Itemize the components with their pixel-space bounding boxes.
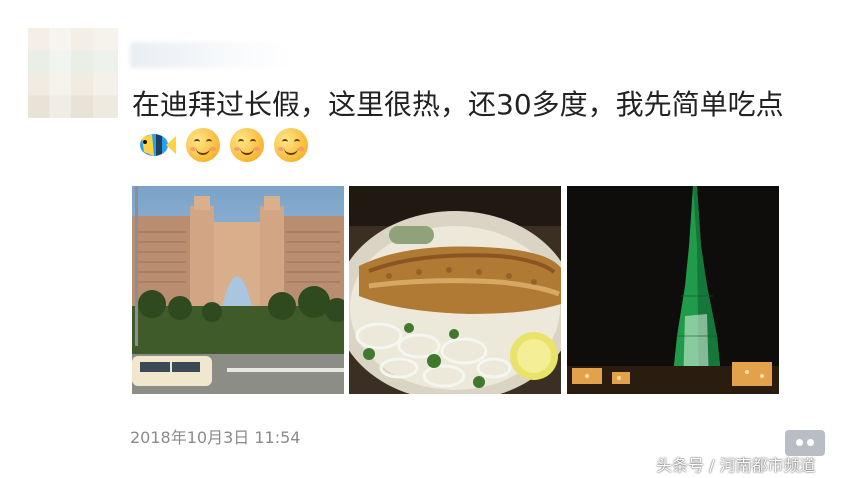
smiling-face-icon: [186, 128, 220, 162]
post-timestamp: 2018年10月3日 11:54: [130, 428, 301, 447]
burj-khalifa-photo[interactable]: [567, 186, 779, 394]
grilled-fish-photo[interactable]: [349, 186, 561, 394]
avatar[interactable]: [28, 28, 118, 118]
post-text-content: 在迪拜过长假，这里很热，还30多度，我先简单吃点: [132, 88, 784, 121]
username-blurred[interactable]: [130, 42, 290, 68]
post-text: 在迪拜过长假，这里很热，还30多度，我先简单吃点: [132, 84, 822, 168]
smiling-face-icon: [230, 128, 264, 162]
emoji-row: [136, 128, 308, 162]
smiling-face-icon: [274, 128, 308, 162]
source-watermark: 头条号 / 河南都市频道: [656, 456, 816, 475]
atlantis-hotel-photo[interactable]: [132, 186, 344, 394]
tropical-fish-icon: [140, 134, 176, 156]
